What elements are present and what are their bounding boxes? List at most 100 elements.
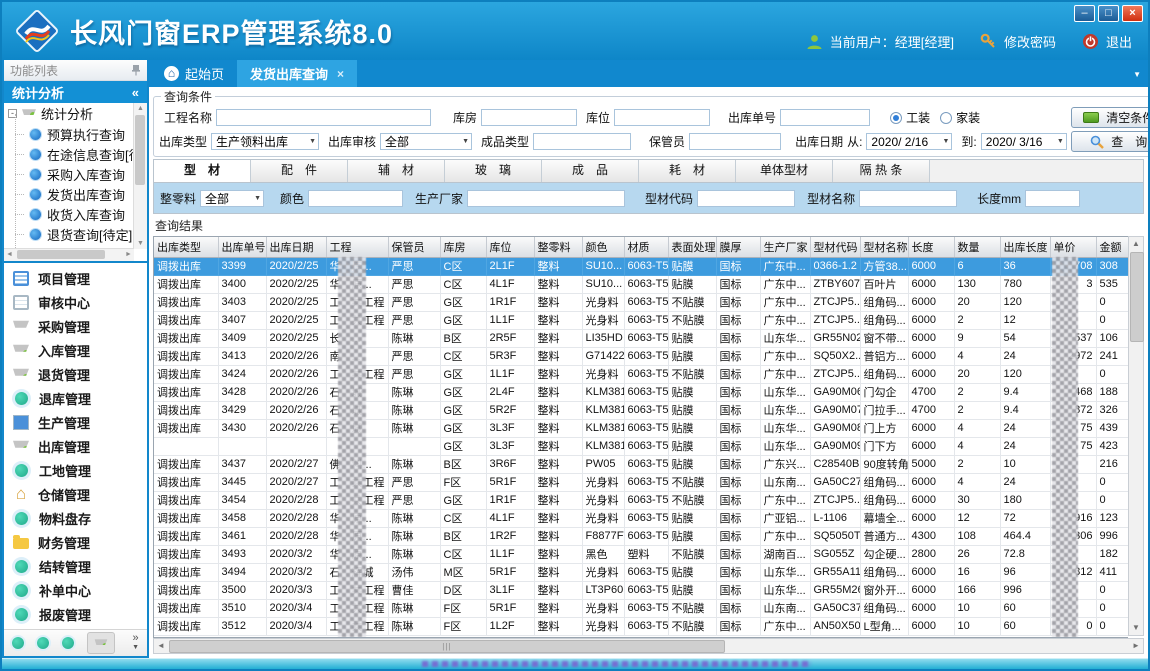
tree-item[interactable]: 采购入库查询 [4,164,134,184]
column-header[interactable]: 长度 [908,237,954,257]
column-header[interactable]: 膜厚 [716,237,760,257]
sidebar-menu-item[interactable]: 结转管理 [4,555,147,578]
column-header[interactable]: 出库日期 [266,237,326,257]
keeper-input[interactable] [689,133,781,150]
toolbar-circle-icon[interactable] [62,637,74,649]
logout-button[interactable]: 退出 [1106,32,1132,51]
table-row[interactable]: 调拨出库34942020/3/2石 辉城汤伟M区5R1F整料光身料6063-T5… [154,563,1128,581]
toolbar-overflow-button[interactable]: »▼ [132,634,139,652]
column-header[interactable]: 数量 [954,237,1000,257]
table-row[interactable]: 调拨出库35102020/3/4工 共工程陈琳F区5R1F整料光身料6063-T… [154,599,1128,617]
table-row[interactable]: 调拨出库34582020/2/28华 原...陈琳C区4L1F整料光身料6063… [154,509,1128,527]
material-tab[interactable]: 型 材 [154,160,251,182]
sidebar-menu-item[interactable]: 物料盘存 [4,507,147,530]
sidebar-menu-item[interactable]: 退货管理 [4,363,147,386]
collapse-icon[interactable]: « [132,85,139,100]
table-row[interactable]: 调拨出库35002020/3/3工 共工程曹佳D区3L1F整料LT3P60606… [154,581,1128,599]
date-to-picker[interactable]: 2020/ 3/16 [981,133,1067,150]
tab-shipping-outbound-query[interactable]: 发货出库查询 × [237,60,357,87]
scroll-down-icon[interactable]: ▼ [1129,621,1143,635]
profile-code-input[interactable] [697,190,795,207]
scrollbar-thumb[interactable] [1130,252,1144,342]
column-header[interactable]: 生产厂家 [760,237,810,257]
sidebar-group-header[interactable]: 统计分析 « [4,81,147,103]
warehouse-input[interactable] [481,109,577,126]
scrollbar-thumb[interactable] [169,640,725,653]
jiazhuang-radio[interactable] [940,112,952,124]
column-header[interactable]: 材质 [624,237,668,257]
table-row[interactable]: 调拨出库35122020/3/4工 共工程陈琳F区1L2F整料光身料6063-T… [154,617,1128,635]
scroll-right-icon[interactable]: ► [123,249,134,261]
table-row[interactable]: 调拨出库34302020/2/26石 城陈琳G区3L3F整料KLM3817606… [154,419,1128,437]
scrollbar-thumb[interactable] [135,115,145,185]
tree-item[interactable]: 在途信息查询[待 [4,144,134,164]
tree-item[interactable]: 退货查询[待定] [4,224,134,244]
column-header[interactable]: 型材代码 [810,237,860,257]
material-tab[interactable]: 配 件 [251,160,348,182]
gongzhuang-radio[interactable] [890,112,902,124]
sidebar-menu-item[interactable]: 审核中心 [4,291,147,314]
material-tab[interactable]: 辅 材 [348,160,445,182]
scroll-right-icon[interactable]: ► [1129,639,1143,652]
tree-item[interactable]: 预算执行查询 [4,124,134,144]
product-type-input[interactable] [533,133,631,150]
column-header[interactable]: 库位 [486,237,534,257]
column-header[interactable]: 保管员 [388,237,440,257]
clear-conditions-button[interactable]: 清空条件 [1071,107,1150,128]
column-header[interactable]: 单价 [1050,237,1096,257]
table-row[interactable]: 调拨出库34612020/2/28华 原...陈琳B区1R2F整料F8877FT… [154,527,1128,545]
column-header[interactable]: 出库单号 [218,237,266,257]
outbound-audit-select[interactable]: 全部 [380,133,472,150]
column-header[interactable]: 型材名称 [860,237,908,257]
column-header[interactable]: 表面处理 [668,237,716,257]
table-row[interactable]: G区3L3F整料KLM38176063-T5贴膜国标山东华...GA90M09.… [154,437,1128,455]
column-header[interactable]: 金额 [1096,237,1128,257]
sidebar-menu-item[interactable]: ⌂仓储管理 [4,483,147,506]
sidebar-menu-item[interactable]: 入库管理 [4,339,147,362]
tree-root-node[interactable]: - 统计分析 [4,103,134,124]
project-name-input[interactable] [216,109,431,126]
change-password-link[interactable]: 修改密码 [1004,32,1056,51]
profile-name-input[interactable] [859,190,957,207]
table-row[interactable]: 调拨出库34452020/2/27工 共工程严思F区5R1F整料光身料6063-… [154,473,1128,491]
tree-item[interactable]: 发货出库查询 [4,184,134,204]
material-tab[interactable]: 单体型材 [736,160,833,182]
toolbar-circle-icon[interactable] [12,637,24,649]
table-row[interactable]: 调拨出库34282020/2/26石 城陈琳G区2L4F整料KLM3817606… [154,383,1128,401]
table-row[interactable]: 调拨出库33992020/2/25华 原...严思C区2L1F整料SU10...… [154,257,1128,275]
sidebar-menu-item[interactable]: 采购管理 [4,315,147,338]
table-row[interactable]: 调拨出库34292020/2/26石 城陈琳G区5R2F整料KLM3817606… [154,401,1128,419]
outbound-no-input[interactable] [780,109,870,126]
toolbar-circle-icon[interactable] [37,637,49,649]
column-header[interactable]: 出库类型 [154,237,218,257]
table-row[interactable]: 调拨出库34032020/2/25工 共工程严思G区1R1F整料光身料6063-… [154,293,1128,311]
material-tab[interactable]: 隔 热 条 [833,160,930,182]
factory-input[interactable] [467,190,625,207]
table-row[interactable]: 调拨出库34242020/2/26工 共工程严思G区1L1F整料光身料6063-… [154,365,1128,383]
grid-horizontal-scrollbar[interactable]: ◄ ► [153,638,1144,654]
table-row[interactable]: 调拨出库34002020/2/25华 原...严思C区4L1F整料SU10...… [154,275,1128,293]
table-row[interactable]: 调拨出库34542020/2/28工 共工程严思G区1R1F整料光身料6063-… [154,491,1128,509]
date-from-picker[interactable]: 2020/ 2/16 [866,133,952,150]
table-row[interactable]: 调拨出库34132020/2/26南 ...严思C区5R3F整料G7142260… [154,347,1128,365]
sidebar-menu-item[interactable]: 退库管理 [4,387,147,410]
table-row[interactable]: 调拨出库34072020/2/25工 共工程严思G区1L1F整料光身料6063-… [154,311,1128,329]
pin-icon[interactable] [131,64,141,76]
tab-start-page[interactable]: ⌂ 起始页 [151,60,237,87]
sidebar-menu-item[interactable]: 工地管理 [4,459,147,482]
table-row[interactable]: 调拨出库34372020/2/27佛 料...陈琳B区3R6F整料PW05606… [154,455,1128,473]
table-row[interactable]: 调拨出库34092020/2/25长 ...陈琳B区2R5F整料LI35HD60… [154,329,1128,347]
tree-item[interactable]: 收货入库查询 [4,204,134,224]
scroll-down-icon[interactable]: ▼ [134,238,147,249]
scroll-up-icon[interactable]: ▲ [134,103,147,114]
column-header[interactable]: 工程 [326,237,388,257]
scroll-left-icon[interactable]: ◄ [4,249,15,261]
zhengling-select[interactable]: 全部 [200,190,264,207]
column-header[interactable]: 颜色 [582,237,624,257]
column-header[interactable]: 库房 [440,237,486,257]
sidebar-menu-item[interactable]: 报废管理 [4,603,147,626]
location-input[interactable] [614,109,710,126]
search-button[interactable]: 查 询 [1071,131,1150,152]
table-row[interactable]: 调拨出库34932020/3/2华 原...陈琳C区1L1F整料黑色塑料不贴膜国… [154,545,1128,563]
column-header[interactable]: 整零料 [534,237,582,257]
